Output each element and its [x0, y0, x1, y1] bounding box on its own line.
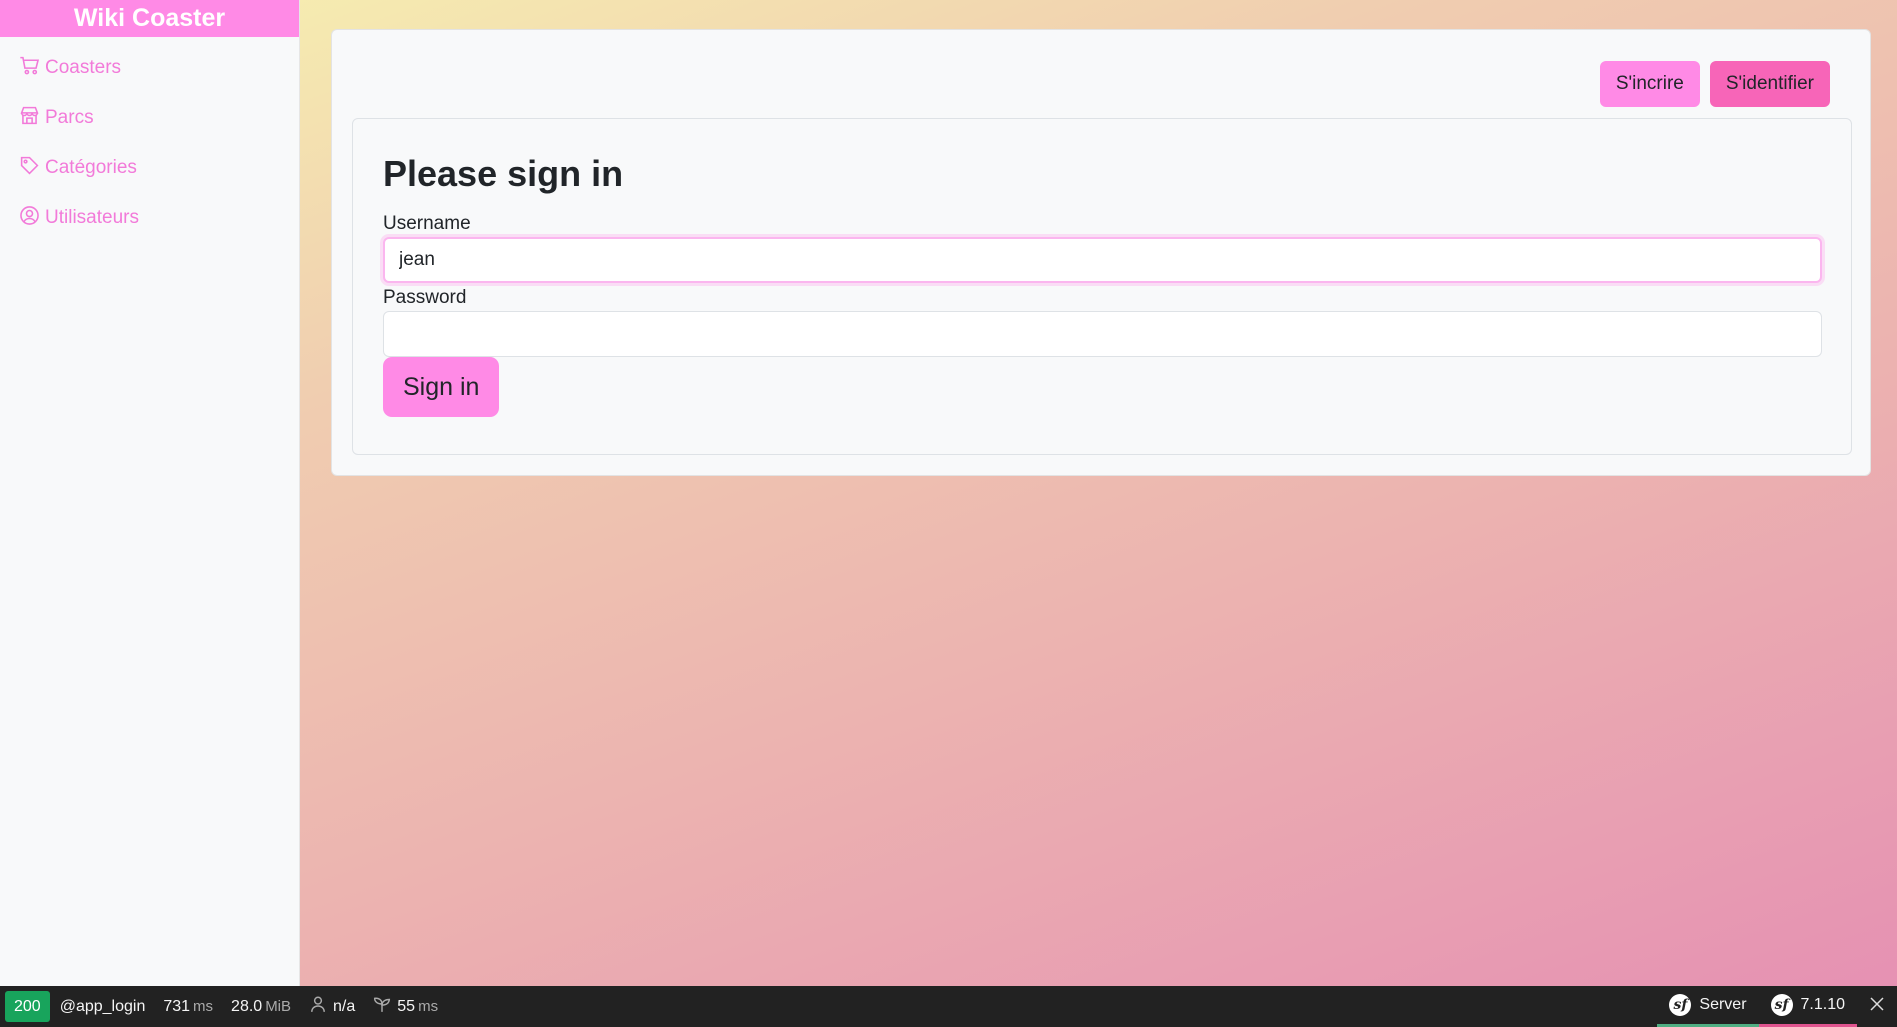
status-badge[interactable]: 200	[5, 991, 50, 1022]
sidebar-item-parcs[interactable]: Parcs	[0, 93, 299, 143]
security-user[interactable]: n/a	[309, 995, 355, 1018]
auth-buttons: S'incrire S'identifier	[1599, 61, 1830, 107]
sidebar-item-utilisateurs[interactable]: Utilisateurs	[0, 193, 299, 243]
password-label: Password	[383, 287, 467, 308]
sidebar-item-label: Utilisateurs	[45, 207, 139, 228]
symfony-logo-icon: sf	[1770, 994, 1793, 1016]
sidebar-item-categories[interactable]: Catégories	[0, 143, 299, 193]
sidebar-item-label: Catégories	[45, 157, 137, 178]
page-title: Please sign in	[383, 153, 624, 194]
server-label: Server	[1699, 996, 1747, 1013]
version-label: 7.1.10	[1800, 996, 1845, 1013]
sidebar-item-label: Coasters	[45, 57, 122, 78]
login-button[interactable]: S'identifier	[1709, 61, 1830, 107]
memory-usage[interactable]: 28.0 MiB	[231, 998, 291, 1016]
request-time-unit: ms	[193, 998, 214, 1015]
user-circle-icon	[19, 205, 45, 232]
register-button[interactable]: S'incrire	[1599, 61, 1700, 107]
symfony-logo-icon: sf	[1669, 994, 1692, 1016]
username-field[interactable]	[383, 237, 1822, 283]
tags-icon	[19, 155, 45, 182]
login-form: Please sign in Username Password Sign in	[352, 118, 1852, 455]
main-card: S'incrire S'identifier Please sign in Us…	[331, 29, 1871, 476]
symfony-version[interactable]: sf 7.1.10	[1758, 986, 1857, 1027]
route-name[interactable]: @app_login	[60, 998, 146, 1016]
user-value: n/a	[333, 997, 356, 1015]
memory-value: 28.0	[231, 997, 263, 1015]
request-time-value: 731	[163, 997, 191, 1015]
server-info[interactable]: sf Server	[1657, 986, 1759, 1027]
twig-leaf-icon	[373, 995, 397, 1018]
twig-time-value: 55	[397, 997, 416, 1015]
sidebar-item-label: Parcs	[45, 107, 94, 128]
debug-toolbar: 200 @app_login 731 ms 28.0 MiB n/a 55 ms…	[0, 986, 1897, 1027]
user-icon	[309, 995, 333, 1018]
request-time[interactable]: 731 ms	[163, 998, 213, 1016]
memory-unit: MiB	[265, 998, 292, 1015]
close-toolbar-button[interactable]	[1857, 986, 1897, 1027]
cart-icon	[19, 55, 45, 82]
sidebar-nav: Coasters Parcs Catégories Utilisateurs	[0, 37, 299, 243]
username-label: Username	[383, 213, 471, 234]
toolbar-right: sf Server sf 7.1.10	[1657, 986, 1897, 1027]
brand-title[interactable]: Wiki Coaster	[0, 0, 299, 37]
twig-render[interactable]: 55 ms	[373, 995, 438, 1018]
sidebar: Wiki Coaster Coasters Parcs Catégories U…	[0, 0, 300, 986]
sidebar-item-coasters[interactable]: Coasters	[0, 43, 299, 93]
sign-in-button[interactable]: Sign in	[383, 357, 500, 417]
shop-icon	[19, 105, 45, 132]
twig-time-unit: ms	[418, 998, 439, 1015]
close-icon	[1870, 997, 1884, 1016]
password-field[interactable]	[383, 311, 1822, 357]
